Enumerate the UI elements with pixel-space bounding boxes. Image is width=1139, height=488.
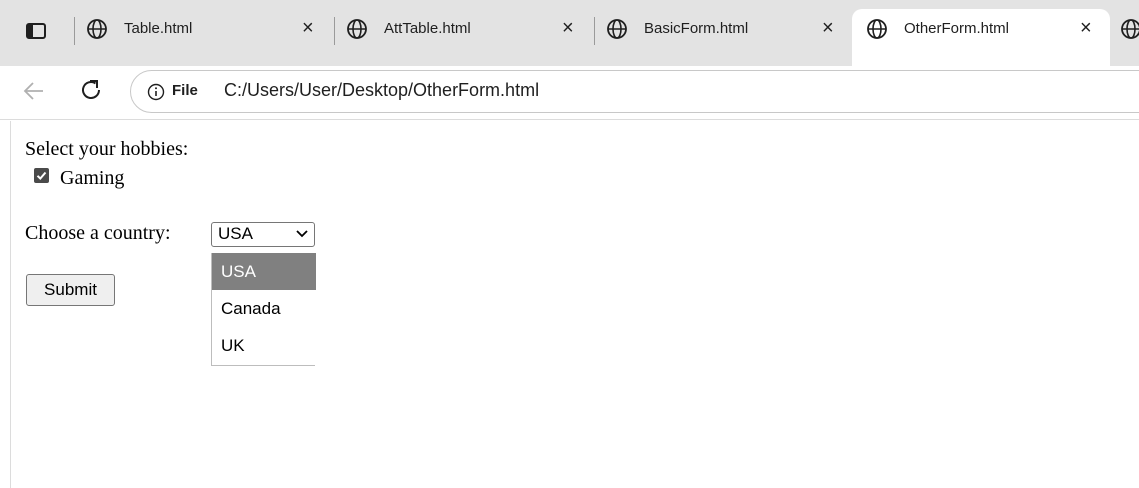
browser-toolbar: File C:/Users/User/Desktop/OtherForm.htm… <box>0 66 1139 120</box>
globe-icon <box>607 19 627 39</box>
tab-strip: Table.html × AttTable.html × BasicForm.h… <box>0 0 1139 66</box>
globe-icon <box>1121 19 1139 39</box>
checkmark-icon <box>36 171 47 180</box>
site-info-chip[interactable]: File <box>172 82 198 99</box>
option-uk[interactable]: UK <box>212 327 316 364</box>
tab-actions-icon[interactable] <box>26 23 46 39</box>
tab-separator <box>594 17 595 45</box>
globe-icon <box>867 19 887 39</box>
reload-icon[interactable] <box>78 77 104 103</box>
tab-atttable-close-icon[interactable]: × <box>562 17 574 39</box>
tab-otherform-title[interactable]: OtherForm.html <box>904 20 1009 37</box>
globe-icon <box>87 19 107 39</box>
back-arrow-icon[interactable] <box>22 79 46 103</box>
tab-separator <box>74 17 75 45</box>
tab-table-title[interactable]: Table.html <box>124 20 192 37</box>
tab-separator <box>334 17 335 45</box>
hobbies-label: Select your hobbies: <box>25 138 189 160</box>
tab-otherform-close-icon[interactable]: × <box>1080 17 1092 39</box>
country-label: Choose a country: <box>25 222 171 244</box>
country-dropdown-list: USA Canada UK <box>211 253 316 366</box>
tab-table-close-icon[interactable]: × <box>302 17 314 39</box>
tab-basicform-title[interactable]: BasicForm.html <box>644 20 748 37</box>
page-content: Select your hobbies: Gaming Choose a cou… <box>0 121 1139 488</box>
url-text[interactable]: C:/Users/User/Desktop/OtherForm.html <box>224 80 539 101</box>
chevron-down-icon <box>296 230 308 238</box>
tab-otherform[interactable] <box>852 9 1110 66</box>
submit-button[interactable]: Submit <box>26 274 115 306</box>
tab-atttable-title[interactable]: AttTable.html <box>384 20 471 37</box>
country-select[interactable]: USA <box>211 222 315 247</box>
globe-icon <box>347 19 367 39</box>
tab-basicform-close-icon[interactable]: × <box>822 17 834 39</box>
option-canada[interactable]: Canada <box>212 290 316 327</box>
gaming-checkbox[interactable] <box>34 168 49 183</box>
country-select-value: USA <box>218 224 253 243</box>
option-usa[interactable]: USA <box>212 253 316 290</box>
info-icon[interactable] <box>147 83 165 101</box>
gaming-label: Gaming <box>60 167 125 189</box>
